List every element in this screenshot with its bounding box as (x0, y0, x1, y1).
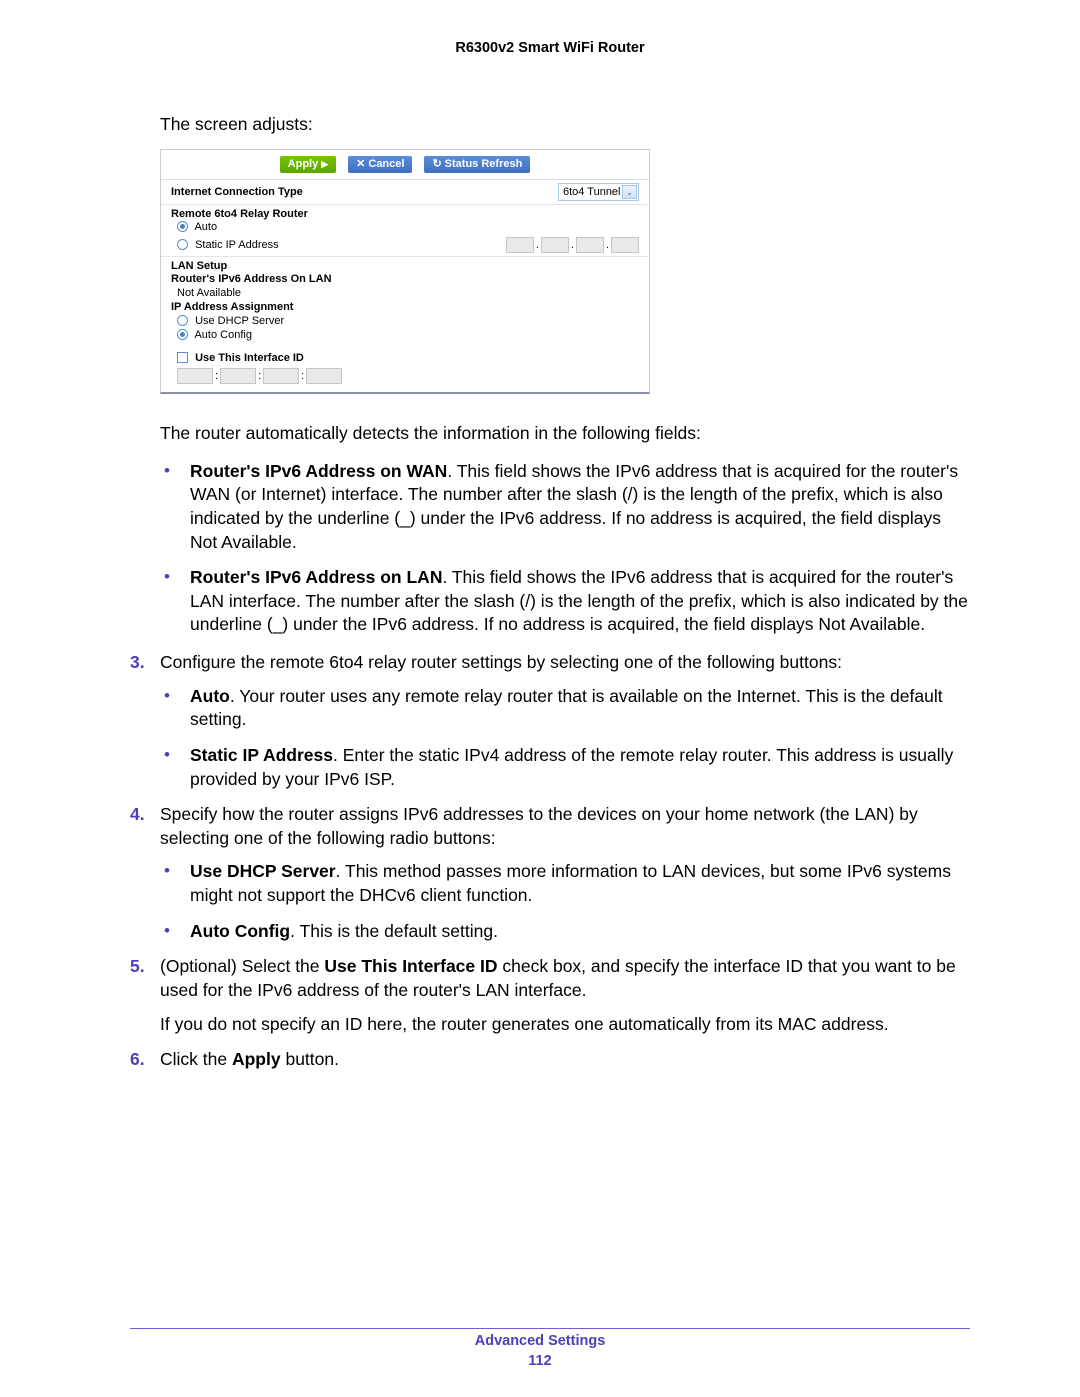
intro-text: The screen adjusts: (160, 114, 970, 135)
assign-dhcp-label: Use DHCP Server (195, 315, 284, 327)
assign-auto-row: Auto Config (161, 328, 649, 351)
page-header: R6300v2 Smart WiFi Router (130, 40, 970, 56)
admin-panel: Apply ▶ ✕ Cancel ↻ Status Refresh Intern… (160, 149, 650, 394)
lan-addr-value: Not Available (161, 286, 649, 300)
iface-id-label: Use This Interface ID (195, 352, 304, 364)
detect-bullets: Router's IPv6 Address on WAN. This field… (160, 460, 970, 637)
step-post: button. (281, 1049, 339, 1069)
ip-octet-3[interactable] (576, 237, 604, 253)
refresh-icon: ↻ (432, 159, 441, 170)
steps-list: 3. Configure the remote 6to4 relay route… (130, 651, 970, 1072)
assign-auto-radio[interactable] (177, 329, 188, 340)
relay-header: Remote 6to4 Relay Router (161, 205, 649, 220)
step-number: 6. (130, 1048, 145, 1072)
cancel-label: Cancel (368, 159, 404, 170)
step-number: 5. (130, 955, 145, 979)
cancel-button[interactable]: ✕ Cancel (348, 156, 412, 173)
step-pre: Click the (160, 1049, 232, 1069)
list-item: Use DHCP Server. This method passes more… (190, 860, 970, 907)
relay-auto-label: Auto (194, 221, 217, 233)
conn-type-row: Internet Connection Type 6to4 Tunnel ⌄ (161, 180, 649, 205)
chevron-down-icon: ⌄ (622, 185, 637, 199)
assign-auto-label: Auto Config (194, 329, 251, 341)
bullet-text: . This is the default setting. (290, 921, 498, 941)
step-bold: Apply (232, 1049, 281, 1069)
bullet-bold: Static IP Address (190, 745, 333, 765)
step-3: 3. Configure the remote 6to4 relay route… (130, 651, 970, 791)
iface-id-checkbox[interactable] (177, 352, 188, 363)
list-item: Router's IPv6 Address on LAN. This field… (190, 566, 970, 637)
assign-label: IP Address Assignment (161, 300, 649, 314)
conn-type-select[interactable]: 6to4 Tunnel ⌄ (558, 183, 639, 201)
conn-type-label: Internet Connection Type (171, 186, 303, 198)
assign-dhcp-radio[interactable] (177, 315, 188, 326)
iface-id-inputs: : : : (161, 365, 649, 392)
bullet-text: . Your router uses any remote relay rout… (190, 686, 943, 730)
list-item: Router's IPv6 Address on WAN. This field… (190, 460, 970, 555)
lan-header: LAN Setup (161, 257, 649, 272)
iface-seg-3[interactable] (263, 368, 299, 384)
iface-seg-2[interactable] (220, 368, 256, 384)
step-number: 4. (130, 803, 145, 827)
step-lead: Configure the remote 6to4 relay router s… (160, 652, 842, 672)
footer-page-number: 112 (0, 1353, 1080, 1369)
cancel-x-icon: ✕ (356, 159, 365, 170)
iface-seg-1[interactable] (177, 368, 213, 384)
footer-divider (130, 1328, 970, 1329)
step-bold: Use This Interface ID (324, 956, 497, 976)
apply-button[interactable]: Apply ▶ (280, 156, 336, 173)
step-note: If you do not specify an ID here, the ro… (160, 1013, 970, 1037)
ip-octet-2[interactable] (541, 237, 569, 253)
step-pre: (Optional) Select the (160, 956, 324, 976)
apply-arrow-icon: ▶ (321, 160, 328, 169)
step-4: 4. Specify how the router assigns IPv6 a… (130, 803, 970, 943)
footer: Advanced Settings 112 (0, 1333, 1080, 1369)
relay-auto-row: Auto (161, 220, 649, 234)
assign-dhcp-row: Use DHCP Server (161, 314, 649, 328)
list-item: Static IP Address. Enter the static IPv4… (190, 744, 970, 791)
step-number: 3. (130, 651, 145, 675)
bullet-bold: Use DHCP Server (190, 861, 336, 881)
relay-static-row: Static IP Address . . . (161, 234, 649, 257)
static-ip-inputs: . . . (506, 237, 639, 253)
iface-id-row: Use This Interface ID (161, 351, 649, 365)
bullet-bold: Router's IPv6 Address on WAN (190, 461, 447, 481)
list-item: Auto Config. This is the default setting… (190, 920, 970, 944)
step-lead: Specify how the router assigns IPv6 addr… (160, 804, 918, 848)
bullet-bold: Auto Config (190, 921, 290, 941)
relay-static-left: Static IP Address (177, 239, 279, 251)
status-refresh-button[interactable]: ↻ Status Refresh (424, 156, 530, 173)
step-6: 6. Click the Apply button. (130, 1048, 970, 1072)
apply-label: Apply (288, 159, 319, 170)
conn-type-value: 6to4 Tunnel (563, 186, 621, 198)
relay-static-radio[interactable] (177, 239, 188, 250)
after-panel-text: The router automatically detects the inf… (160, 422, 970, 446)
bullet-bold: Auto (190, 686, 230, 706)
iface-seg-4[interactable] (306, 368, 342, 384)
panel-toolbar: Apply ▶ ✕ Cancel ↻ Status Refresh (161, 150, 649, 180)
footer-section: Advanced Settings (0, 1333, 1080, 1349)
relay-static-label: Static IP Address (195, 239, 279, 251)
ip-octet-4[interactable] (611, 237, 639, 253)
refresh-label: Status Refresh (445, 159, 523, 170)
lan-addr-label: Router's IPv6 Address On LAN (161, 272, 649, 286)
ip-octet-1[interactable] (506, 237, 534, 253)
relay-auto-radio[interactable] (177, 221, 188, 232)
list-item: Auto. Your router uses any remote relay … (190, 685, 970, 732)
step-5: 5. (Optional) Select the Use This Interf… (130, 955, 970, 1036)
bullet-bold: Router's IPv6 Address on LAN (190, 567, 442, 587)
